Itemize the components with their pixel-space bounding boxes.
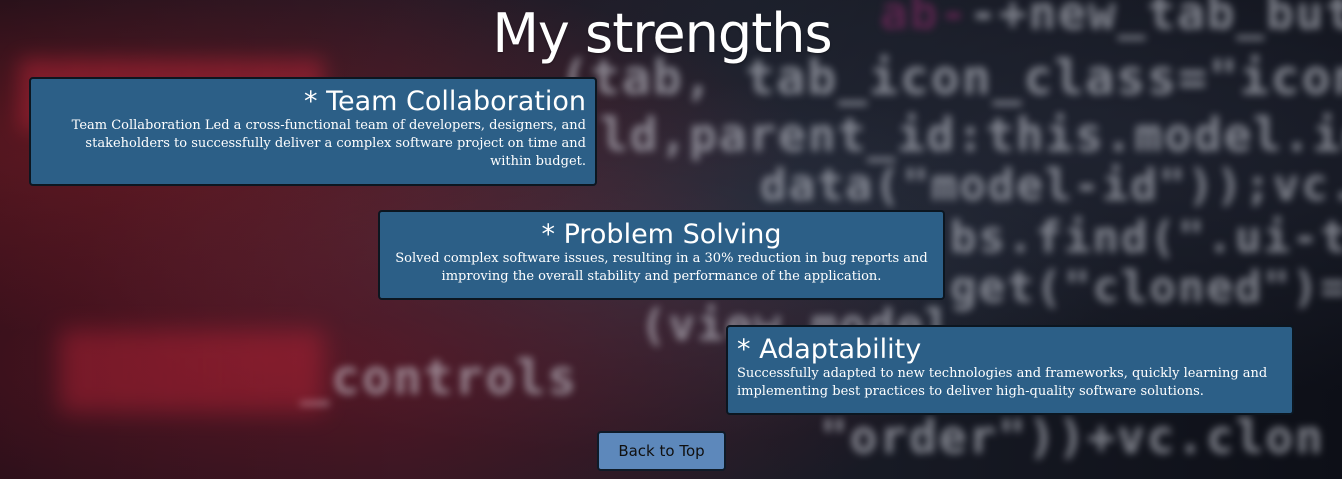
strength-description: Solved complex software issues, resultin… bbox=[395, 251, 928, 284]
code-line: _controls bbox=[300, 350, 579, 406]
code-line: get("cloned")=== bbox=[950, 262, 1342, 313]
code-line: ld,parent_id:this.model.id}) bbox=[600, 108, 1342, 162]
strength-card-team-collaboration: * Team Collaboration Team Collaboration … bbox=[29, 77, 597, 186]
strength-title: * Team Collaboration bbox=[304, 86, 586, 117]
strength-title: * Adaptability bbox=[737, 334, 922, 365]
strength-description: Team Collaboration Led a cross-functiona… bbox=[71, 118, 586, 169]
back-to-top-button[interactable]: Back to Top bbox=[597, 431, 726, 471]
strength-description: Successfully adapted to new technologies… bbox=[737, 366, 1268, 399]
strength-card-problem-solving: * Problem Solving Solved complex softwar… bbox=[378, 210, 945, 300]
strength-card-adaptability: * Adaptability Successfully adapted to n… bbox=[726, 325, 1294, 415]
code-line: data("model-id"));vc.st bbox=[760, 160, 1342, 211]
code-line: "order"))+vc.clon bbox=[820, 410, 1325, 464]
code-line: ██████ bbox=[60, 330, 325, 412]
strength-title: * Problem Solving bbox=[541, 219, 782, 250]
page-title: My strengths bbox=[492, 2, 832, 65]
code-line: bs.find(".ui-tabs bbox=[950, 212, 1342, 263]
